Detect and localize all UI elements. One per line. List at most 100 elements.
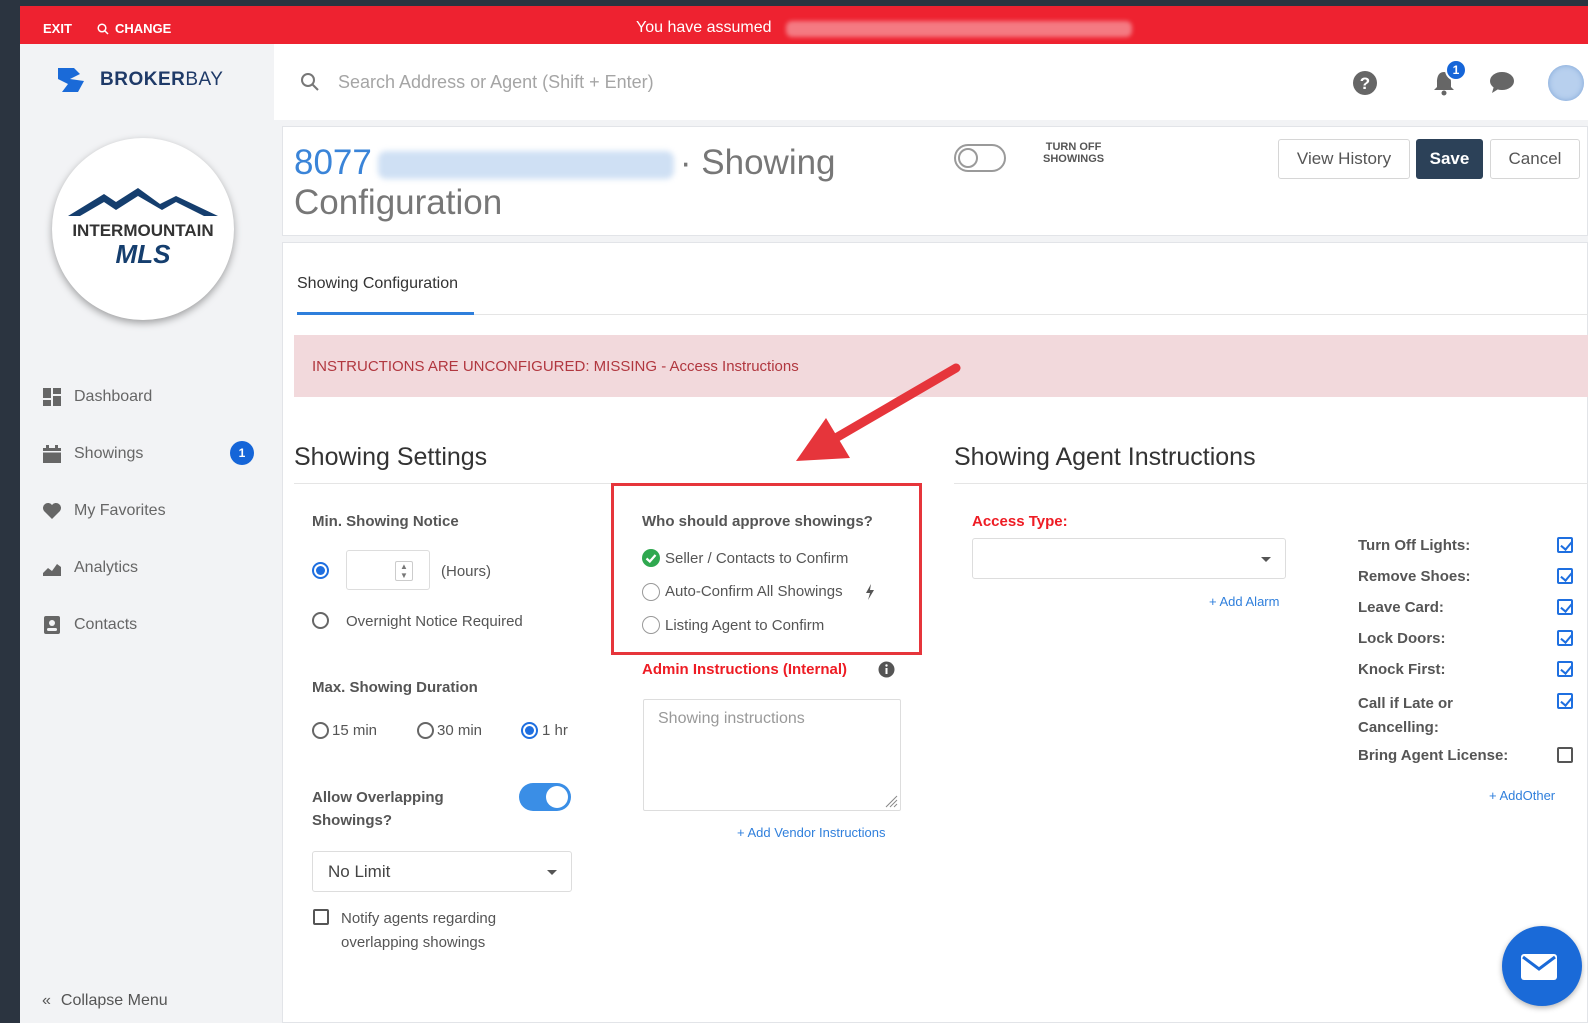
title-card: 8077 · Showing Configuration TURN OFF SHOW… (282, 126, 1588, 236)
showings-count-badge: 1 (230, 441, 254, 465)
instruction-label: Lock Doors: (1358, 630, 1446, 647)
calendar-icon (42, 444, 62, 464)
sidebar-item-showings[interactable]: Showings 1 (42, 425, 262, 482)
chat-icon[interactable] (1488, 70, 1516, 94)
admin-instructions-textarea[interactable]: Showing instructions (643, 699, 901, 811)
min-notice-hours-radio[interactable] (312, 562, 329, 579)
brokerbay-logo[interactable]: BROKERBAY (56, 66, 223, 94)
sidebar-item-contacts[interactable]: Contacts (42, 596, 262, 653)
call-if-late-checkbox[interactable] (1557, 693, 1573, 709)
notify-agents-label: Notify agents regarding overlapping showi… (341, 910, 497, 951)
duration-15-label: 15 min (332, 722, 378, 739)
info-icon[interactable] (878, 661, 895, 678)
mountain-icon (68, 188, 218, 216)
sidebar-item-my-favorites[interactable]: My Favorites (42, 482, 262, 539)
avatar[interactable] (1548, 65, 1584, 101)
approval-option-seller: Seller / Contacts to Confirm (665, 550, 849, 567)
add-alarm-link[interactable]: + Add Alarm (1209, 594, 1279, 609)
unconfigured-alert: INSTRUCTIONS ARE UNCONFIGURED: MISSING -… (294, 335, 1588, 397)
hours-label: (Hours) (441, 563, 492, 580)
notify-agents-checkbox[interactable] (313, 909, 329, 925)
assumed-user-redacted (786, 21, 1132, 37)
instruction-label: Bring Agent License: (1358, 747, 1509, 764)
access-type-label: Access Type: (972, 513, 1068, 530)
mls-logo: INTERMOUNTAIN MLS (52, 138, 234, 320)
cancel-button[interactable]: Cancel (1490, 139, 1580, 179)
change-link[interactable]: CHANGE (97, 21, 171, 36)
overlap-limit-select[interactable]: No Limit (312, 851, 572, 892)
search-input[interactable] (338, 66, 938, 98)
main-card: Showing Configuration INSTRUCTIONS ARE U… (282, 242, 1588, 1023)
view-history-button[interactable]: View History (1278, 139, 1410, 179)
mls-logo-line1: INTERMOUNTAIN (72, 221, 214, 240)
resize-handle-icon[interactable] (884, 794, 898, 808)
section-divider (954, 483, 1588, 484)
sidebar-item-analytics[interactable]: Analytics (42, 539, 262, 596)
agent-instructions-title: Showing Agent Instructions (954, 443, 1256, 471)
assumed-user-bar: EXIT CHANGE You have assumed (20, 6, 1588, 44)
lock-doors-checkbox[interactable] (1557, 630, 1573, 646)
sidebar-item-label: Contacts (74, 615, 138, 633)
toggle-knob (958, 148, 978, 168)
overnight-notice-radio[interactable] (312, 612, 329, 629)
save-button[interactable]: Save (1416, 139, 1483, 179)
app-frame: EXIT CHANGE You have assumed BROKERBAY I… (20, 6, 1588, 1023)
svg-text:?: ? (1360, 74, 1370, 93)
duration-15-radio[interactable] (312, 722, 329, 739)
heart-icon (42, 501, 62, 521)
search-icon (301, 73, 319, 91)
toggle-knob (546, 786, 568, 808)
turn-off-lights-checkbox[interactable] (1557, 537, 1573, 553)
sidebar-item-label: Dashboard (74, 387, 153, 405)
add-vendor-instructions-link[interactable]: + Add Vendor Instructions (737, 825, 886, 840)
approval-option-listing-agent: Listing Agent to Confirm (665, 617, 825, 634)
help-icon[interactable]: ? (1352, 70, 1378, 96)
overlap-limit-value: No Limit (328, 861, 391, 881)
admin-instructions-placeholder: Showing instructions (658, 710, 805, 727)
lightning-icon (866, 584, 874, 600)
min-notice-hours-input[interactable]: ▲ ▼ (346, 550, 430, 590)
stepper-arrows-icon[interactable]: ▲ ▼ (395, 561, 413, 581)
add-other-link[interactable]: + AddOther (1489, 788, 1555, 803)
approval-auto-radio[interactable] (642, 583, 660, 601)
duration-30-radio[interactable] (417, 722, 434, 739)
message-fab-button[interactable] (1502, 926, 1582, 1006)
leave-card-checkbox[interactable] (1557, 599, 1573, 615)
sidebar-item-label: My Favorites (74, 501, 166, 519)
duration-1hr-radio[interactable] (521, 722, 538, 739)
knock-first-checkbox[interactable] (1557, 661, 1573, 677)
instruction-label: Turn Off Lights: (1358, 537, 1471, 554)
sidebar-item-label: Showings (74, 444, 144, 462)
tab-showing-configuration[interactable]: Showing Configuration (297, 275, 458, 293)
change-label: CHANGE (115, 21, 172, 36)
brokerbay-logo-icon (58, 68, 84, 92)
bring-agent-license-checkbox[interactable] (1557, 747, 1573, 763)
overnight-notice-label: Overnight Notice Required (346, 613, 523, 630)
min-notice-label: Min. Showing Notice (312, 513, 459, 530)
turn-off-showings-toggle[interactable] (954, 144, 1006, 172)
notification-count-badge: 1 (1445, 59, 1467, 81)
exit-link[interactable]: EXIT (43, 21, 72, 36)
max-duration-label: Max. Showing Duration (312, 679, 478, 696)
allow-overlapping-toggle[interactable] (519, 783, 571, 811)
chevron-down-icon (1261, 556, 1271, 562)
duration-30-label: 30 min (437, 722, 483, 739)
approval-listing-agent-radio[interactable] (642, 616, 660, 634)
sidebar-item-dashboard[interactable]: Dashboard (42, 368, 262, 425)
section-divider (294, 483, 612, 484)
check-circle-icon[interactable] (642, 549, 660, 567)
area-chart-icon (42, 558, 62, 578)
assumed-text: You have assumed (636, 19, 772, 36)
sidebar: BROKERBAY INTERMOUNTAIN MLS Dashboard Sh… (20, 44, 274, 1023)
instruction-label: Call if Late or Cancelling: (1358, 695, 1454, 736)
collapse-menu-button[interactable]: « Collapse Menu (42, 992, 168, 1010)
envelope-icon (1521, 954, 1557, 980)
instruction-label: Knock First: (1358, 661, 1446, 678)
access-type-select[interactable] (972, 538, 1286, 579)
remove-shoes-checkbox[interactable] (1557, 568, 1573, 584)
dashboard-icon (42, 387, 62, 407)
double-chevron-left-icon: « (42, 992, 51, 1009)
allow-overlapping-label: Allow Overlapping Showings? (312, 789, 444, 829)
page-title-line2: Configuration (294, 183, 503, 222)
sidebar-item-label: Analytics (74, 558, 139, 576)
